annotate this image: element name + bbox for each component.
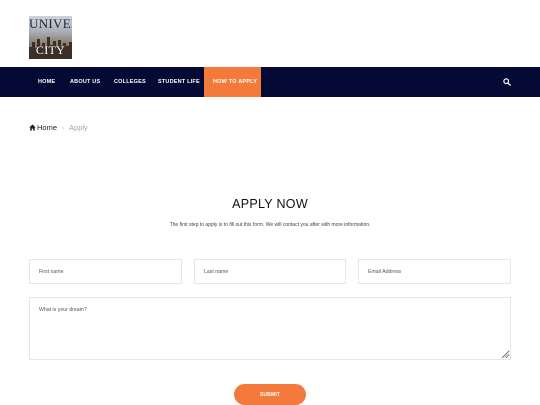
logo-text-bottom: CITY xyxy=(35,43,66,57)
nav-item-home[interactable]: HOME xyxy=(38,67,55,97)
first-name-input[interactable] xyxy=(29,259,182,284)
site-logo[interactable]: UNIVER CITY xyxy=(29,16,72,59)
dream-textarea[interactable] xyxy=(29,297,511,360)
search-icon[interactable] xyxy=(503,78,511,86)
breadcrumb-current: Apply xyxy=(69,123,88,132)
nav-item-about-us[interactable]: ABOUT US xyxy=(70,67,100,97)
site-header: UNIVER CITY xyxy=(0,0,540,67)
breadcrumb-separator: › xyxy=(62,126,65,132)
nav-item-colleges[interactable]: COLLEGES xyxy=(114,67,146,97)
nav-item-how-to-apply[interactable]: HOW TO APPLY xyxy=(204,67,261,97)
submit-button[interactable]: SUBMIT xyxy=(234,384,306,405)
breadcrumb-home-link[interactable]: Home xyxy=(37,123,57,132)
last-name-input[interactable] xyxy=(194,259,346,284)
main-nav: HOME ABOUT US COLLEGES STUDENT LIFE HOW … xyxy=(0,67,540,97)
page-title: APPLY NOW xyxy=(232,197,308,211)
resize-grip-icon[interactable] xyxy=(504,353,509,358)
email-input[interactable] xyxy=(358,259,511,284)
home-icon xyxy=(29,124,36,131)
breadcrumb: Home › Apply xyxy=(29,123,88,132)
nav-item-student-life[interactable]: STUDENT LIFE xyxy=(158,67,200,97)
page-subtitle: The first step to apply is to fill out t… xyxy=(169,222,371,228)
logo-text-top: UNIVER xyxy=(29,16,72,31)
